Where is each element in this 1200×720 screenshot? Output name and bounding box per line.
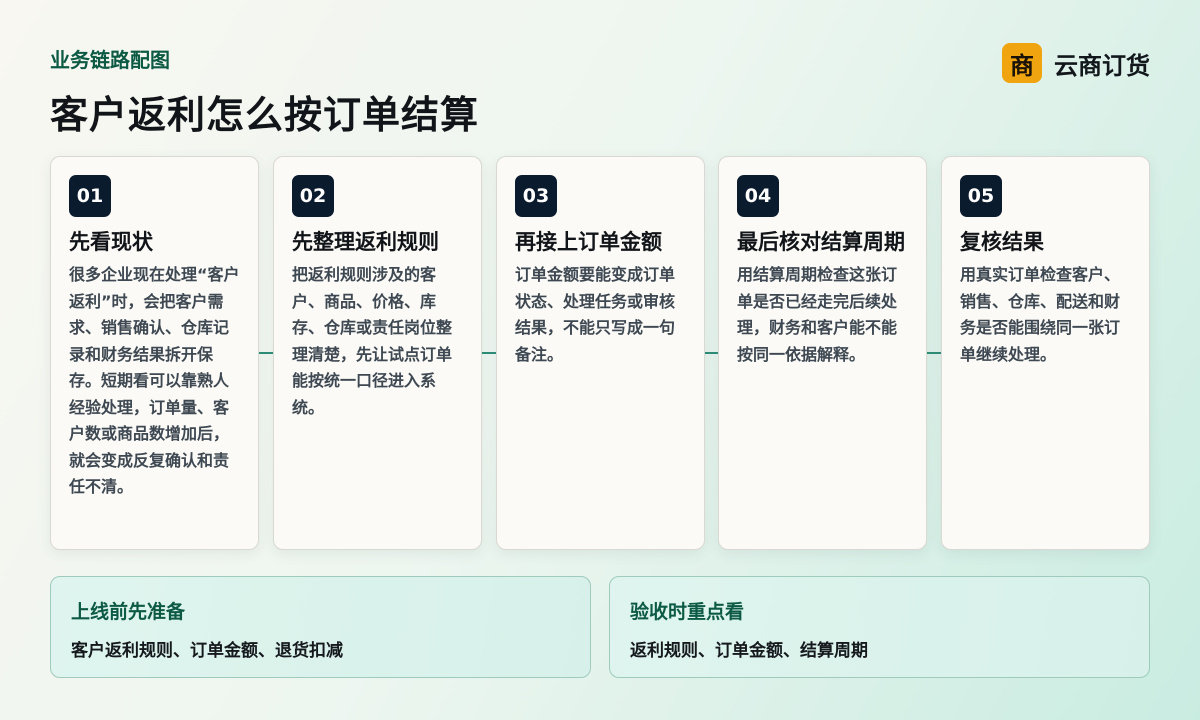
step-number-badge: 04 — [737, 175, 779, 217]
step-description: 订单金额要能变成订单状态、处理任务或审核结果，不能只写成一句备注。 — [515, 265, 676, 364]
page-title: 客户返利怎么按订单结算 — [50, 93, 480, 137]
step-number-badge: 01 — [69, 175, 111, 217]
panel-body: 返利规则、订单金额、结算周期 — [630, 641, 868, 661]
step-card-2: 02 先整理返利规则 把返利规则涉及的客户、商品、价格、库存、仓库或责任岗位整理… — [273, 156, 482, 550]
panel-title: 上线前先准备 — [71, 601, 186, 623]
step-title: 先看现状 — [69, 230, 153, 254]
step-card-3: 03 再接上订单金额 订单金额要能变成订单状态、处理任务或审核结果，不能只写成一… — [496, 156, 705, 550]
step-card-4: 04 最后核对结算周期 用结算周期检查这张订单是否已经走完后续处理，财务和客户能… — [718, 156, 927, 550]
step-description: 很多企业现在处理“客户返利”时，会把客户需求、销售确认、仓库记录和财务结果拆开保… — [69, 265, 240, 496]
brand-logo: 商 — [1002, 43, 1042, 83]
brand-name: 云商订货 — [1054, 51, 1150, 80]
prep-panel: 上线前先准备 客户返利规则、订单金额、退货扣减 — [50, 576, 591, 678]
step-card-1: 01 先看现状 很多企业现在处理“客户返利”时，会把客户需求、销售确认、仓库记录… — [50, 156, 259, 550]
step-title: 先整理返利规则 — [292, 230, 439, 254]
brand: 商 云商订货 — [1002, 43, 1150, 83]
step-number-badge: 03 — [515, 175, 557, 217]
step-card-5: 05 复核结果 用真实订单检查客户、销售、仓库、配送和财务是否能围绕同一张订单继… — [941, 156, 1150, 550]
step-title: 最后核对结算周期 — [737, 230, 905, 254]
step-description: 把返利规则涉及的客户、商品、价格、库存、仓库或责任岗位整理清楚，先让试点订单能按… — [292, 265, 453, 417]
step-number-badge: 02 — [292, 175, 334, 217]
step-description: 用真实订单检查客户、销售、仓库、配送和财务是否能围绕同一张订单继续处理。 — [960, 265, 1121, 364]
step-number-badge: 05 — [960, 175, 1002, 217]
step-description: 用结算周期检查这张订单是否已经走完后续处理，财务和客户能不能按同一依据解释。 — [737, 265, 898, 364]
step-flow: 01 先看现状 很多企业现在处理“客户返利”时，会把客户需求、销售确认、仓库记录… — [50, 156, 1150, 550]
eyebrow-label: 业务链路配图 — [50, 48, 170, 72]
acceptance-panel: 验收时重点看 返利规则、订单金额、结算周期 — [609, 576, 1150, 678]
panel-title: 验收时重点看 — [630, 601, 745, 623]
panel-body: 客户返利规则、订单金额、退货扣减 — [71, 641, 343, 661]
step-title: 再接上订单金额 — [515, 230, 662, 254]
step-title: 复核结果 — [960, 230, 1044, 254]
